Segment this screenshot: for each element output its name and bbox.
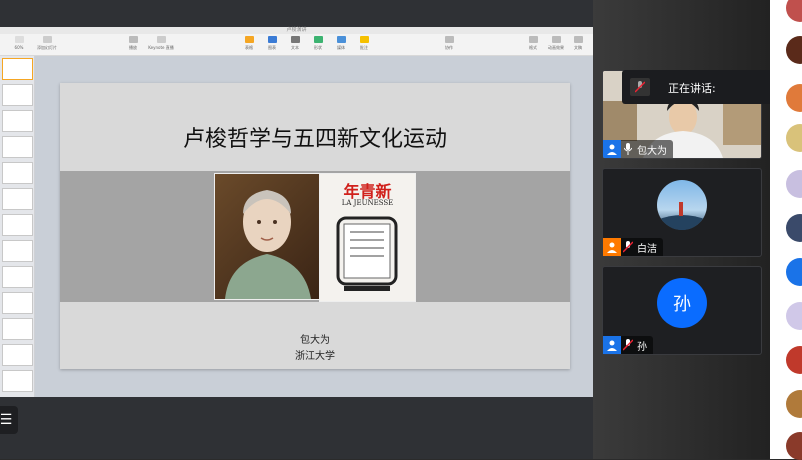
attendee-avatar[interactable] <box>786 0 802 22</box>
attendee-avatar[interactable] <box>786 124 802 152</box>
hamburger-icon[interactable]: ☰ <box>0 406 18 434</box>
participant-namebar-2: 白洁 <box>603 238 663 256</box>
tb-add-slide[interactable]: 添加幻灯片 <box>34 36 60 51</box>
attendee-avatar[interactable] <box>786 302 802 330</box>
user-icon <box>603 140 621 158</box>
live-icon <box>156 36 166 43</box>
attendee-avatar[interactable] <box>786 36 802 64</box>
la-jeunesse-cover-image: 年青新 LA JEUNESSE <box>319 173 416 302</box>
slide-thumb-8[interactable] <box>2 240 33 262</box>
slide-thumb-6[interactable] <box>2 188 33 210</box>
collaborate-icon <box>444 36 454 43</box>
muted-mic-icon <box>630 78 650 96</box>
participant-tile-2[interactable]: 白洁 <box>602 168 762 257</box>
share-top-bar <box>0 0 593 27</box>
tb-collaborate[interactable]: 协作 <box>436 36 462 51</box>
document-icon <box>573 36 583 43</box>
keynote-title: 卢梭演讲 <box>0 27 593 34</box>
tb-play[interactable]: 播放 <box>120 36 146 51</box>
attendee-avatar[interactable] <box>786 390 802 418</box>
tb-document[interactable]: 文稿 <box>565 36 591 51</box>
slide-university: 浙江大学 <box>295 351 335 362</box>
animate-icon <box>551 36 561 43</box>
slide-thumb-3[interactable] <box>2 110 33 132</box>
speaking-label: 正在讲话: <box>668 82 716 95</box>
attendee-avatar[interactable] <box>786 346 802 374</box>
chart-icon <box>267 36 277 43</box>
slide-thumb-12[interactable] <box>2 344 33 366</box>
mic-muted-icon[interactable] <box>621 238 635 256</box>
participant-name: 包大为 <box>637 145 667 157</box>
add-slide-icon <box>42 36 52 43</box>
user-icon <box>603 336 621 354</box>
keynote-toolbar: 60% 添加幻灯片 播放 Keynote 直播 表格 图表 文本 形状 媒体 批… <box>0 34 593 56</box>
participant-avatar <box>657 180 707 230</box>
tb-comment[interactable]: 批注 <box>351 36 377 51</box>
play-icon <box>128 36 138 43</box>
mic-muted-icon[interactable] <box>621 336 635 354</box>
slide-thumb-10[interactable] <box>2 292 33 314</box>
zoom-icon <box>14 36 24 43</box>
table-icon <box>244 36 254 43</box>
slide-thumb-11[interactable] <box>2 318 33 340</box>
attendee-avatar[interactable] <box>786 170 802 198</box>
attendee-avatar-list <box>770 0 802 460</box>
slide-thumb-5[interactable] <box>2 162 33 184</box>
current-slide[interactable]: 卢梭哲学与五四新文化运动 年青新 LA JEUNESSE 包大为 浙江大学 <box>60 83 570 369</box>
attendee-avatar[interactable] <box>786 258 802 286</box>
attendee-avatar[interactable] <box>786 432 802 460</box>
tb-live[interactable]: Keynote 直播 <box>148 36 174 51</box>
format-icon <box>528 36 538 43</box>
attendee-avatar[interactable] <box>786 214 802 242</box>
share-bottom-bar <box>0 397 593 459</box>
slide-thumb-7[interactable] <box>2 214 33 236</box>
slide-thumb-1[interactable] <box>2 58 33 80</box>
media-icon <box>336 36 346 43</box>
slide-author: 包大为 <box>300 335 330 346</box>
participant-initial-avatar: 孙 <box>657 278 707 328</box>
zoom-control[interactable]: 60% <box>6 36 32 50</box>
rousseau-portrait-image <box>214 173 320 300</box>
cover-subtitle: LA JEUNESSE <box>341 199 394 207</box>
participant-tile-3[interactable]: 孙 孙 <box>602 266 762 355</box>
attendee-avatar[interactable] <box>786 84 802 112</box>
portrait-illustration <box>225 190 311 299</box>
slide-thumb-4[interactable] <box>2 136 33 158</box>
slide-thumb-13[interactable] <box>2 370 33 392</box>
slide-title: 卢梭哲学与五四新文化运动 <box>182 127 447 152</box>
slide-thumb-9[interactable] <box>2 266 33 288</box>
participant-namebar-3: 孙 <box>603 336 653 354</box>
shape-icon <box>313 36 323 43</box>
user-icon <box>603 238 621 256</box>
participant-name: 白洁 <box>637 243 657 255</box>
text-icon <box>290 36 300 43</box>
participant-name: 孙 <box>637 341 647 353</box>
slide-thumb-2[interactable] <box>2 84 33 106</box>
cover-frame-illustration <box>336 216 398 291</box>
shared-screen: 卢梭演讲 60% 添加幻灯片 播放 Keynote 直播 表格 图表 文本 形状… <box>0 0 593 459</box>
mic-icon[interactable] <box>621 140 635 158</box>
participant-namebar-1: 包大为 <box>603 140 673 158</box>
slide-navigator <box>0 56 35 397</box>
comment-icon <box>359 36 369 43</box>
